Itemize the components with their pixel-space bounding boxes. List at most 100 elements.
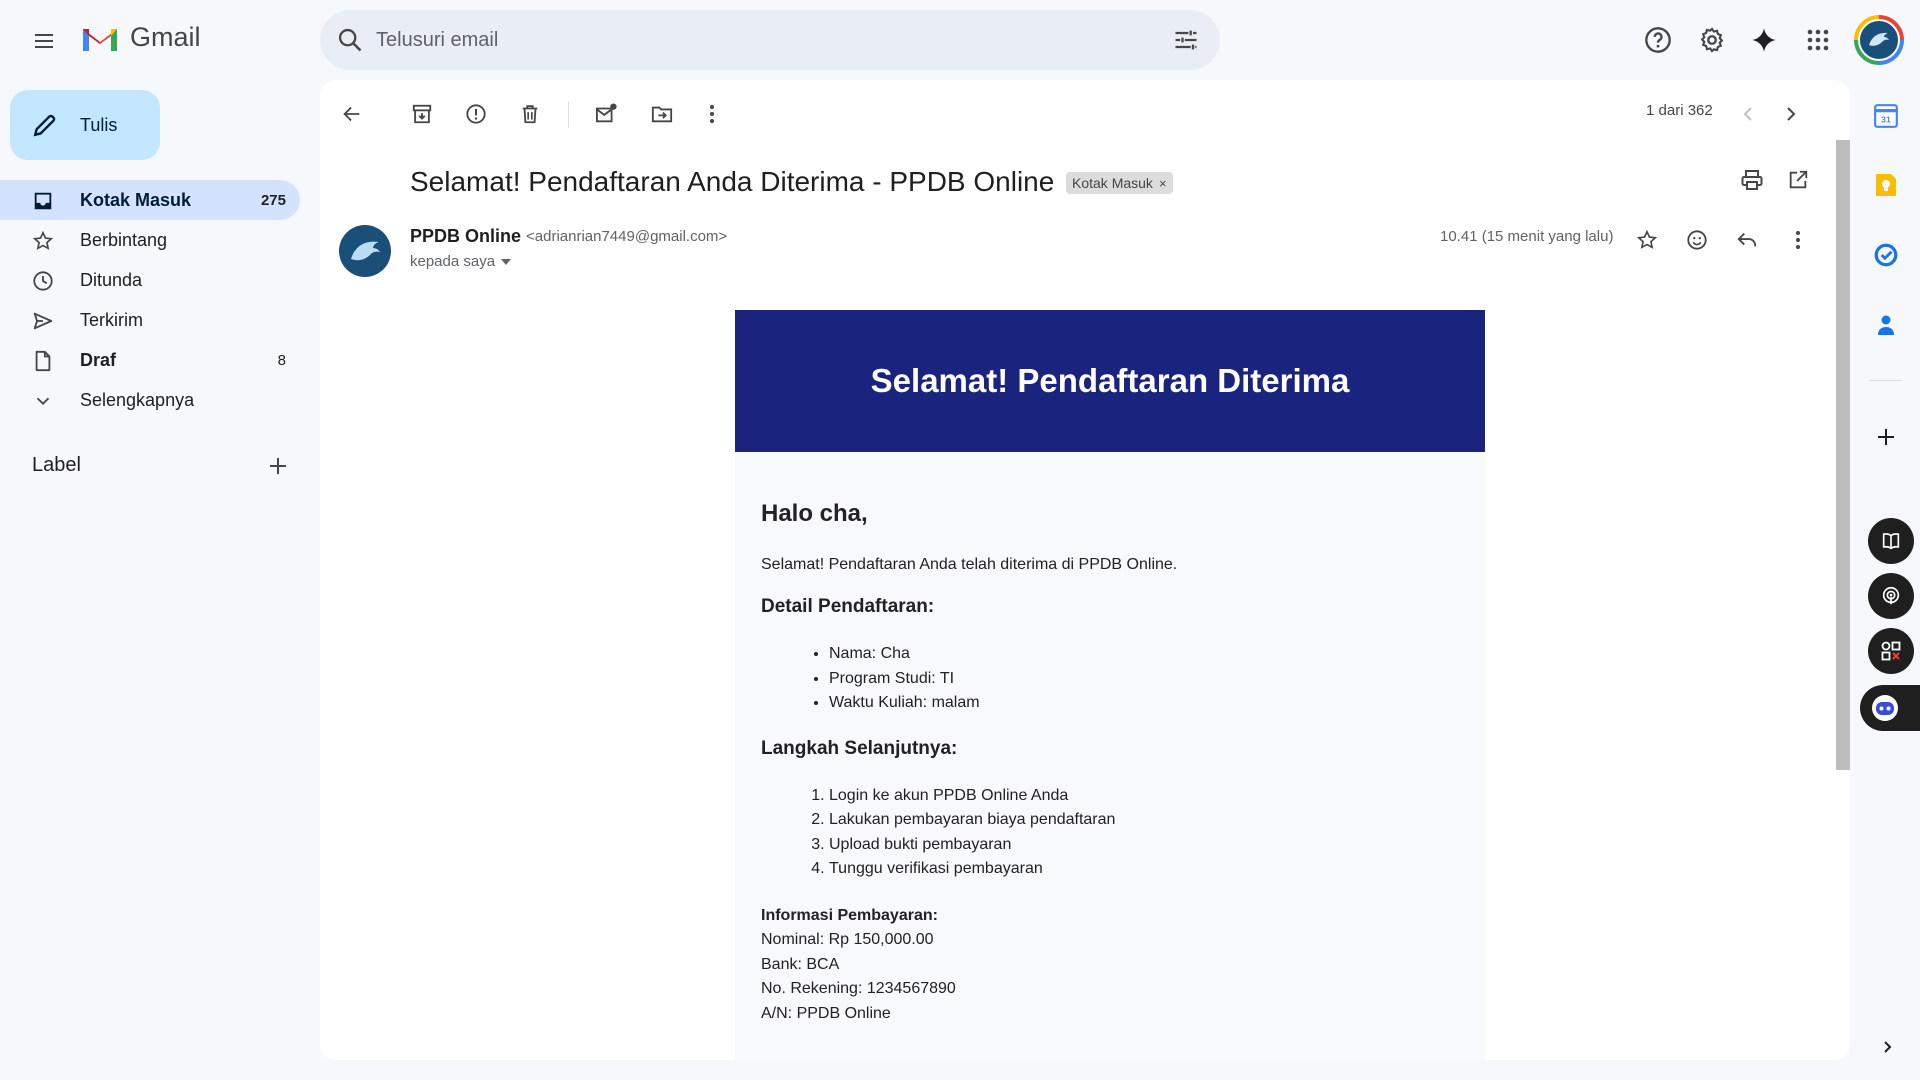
more-options-button[interactable] — [692, 94, 732, 134]
apps-button[interactable] — [1794, 16, 1842, 64]
mark-unread-button[interactable] — [587, 94, 627, 134]
labels-heading: Label — [32, 454, 81, 476]
top-bar: Gmail — [0, 0, 1920, 80]
label-chip-inbox[interactable]: Kotak Masuk × — [1066, 172, 1173, 194]
settings-icon — [1700, 27, 1724, 53]
apps-addon-button[interactable] — [1868, 628, 1914, 674]
next-icon — [1787, 107, 1796, 121]
open-in-new-window-button[interactable] — [1780, 162, 1816, 198]
gmail-logo-icon — [83, 28, 117, 51]
gmail-logo[interactable]: Gmail — [80, 22, 201, 53]
newer-button[interactable] — [1729, 94, 1769, 134]
filter-icon[interactable] — [1172, 26, 1200, 54]
recipient-details[interactable]: kepada saya — [410, 253, 512, 270]
label-chip-text: Kotak Masuk — [1072, 175, 1153, 191]
sidebar-item-inbox[interactable]: Kotak Masuk 275 — [0, 180, 300, 220]
keep-app-button[interactable] — [1866, 165, 1906, 205]
greeting: Halo cha, — [761, 500, 868, 527]
sidebar-item-more[interactable]: Selengkapnya — [0, 380, 300, 420]
add-reaction-button[interactable] — [1677, 220, 1717, 260]
archive-button[interactable] — [402, 94, 442, 134]
main-menu-button[interactable] — [20, 17, 68, 65]
toolbar-divider — [568, 102, 569, 128]
sidebar-item-label: Ditunda — [80, 269, 143, 290]
sidebar-item-starred[interactable]: Berbintang — [0, 220, 300, 260]
search-icon[interactable] — [336, 26, 364, 54]
payment-line: A/N: PPDB Online — [761, 1004, 891, 1022]
chevron-right-icon — [1884, 1041, 1892, 1053]
sidebar-item-label: Terkirim — [80, 309, 143, 330]
print-button[interactable] — [1734, 162, 1770, 198]
steps-list: Login ke akun PPDB Online Anda Lakukan p… — [829, 784, 1459, 882]
chevron-down-icon — [36, 397, 50, 406]
star-icon — [32, 230, 54, 250]
scrollbar-thumb[interactable] — [1836, 140, 1850, 770]
calendar-app-button[interactable]: 31 — [1866, 96, 1906, 136]
podcast-addon-button[interactable] — [1868, 573, 1914, 619]
list-item: Nama: Cha — [829, 642, 1459, 667]
sidebar-item-label: Kotak Masuk — [80, 189, 192, 210]
move-to-button[interactable] — [642, 94, 682, 134]
help-button[interactable] — [1634, 16, 1682, 64]
account-avatar[interactable] — [1854, 15, 1904, 65]
detail-list: Nama: Cha Program Studi: TI Waktu Kuliah… — [829, 642, 1459, 716]
report-spam-button[interactable] — [456, 94, 496, 134]
active-addon-button[interactable] — [1860, 685, 1920, 731]
payment-line: Bank: BCA — [761, 955, 840, 973]
sender-name[interactable]: PPDB Online — [410, 226, 521, 247]
help-icon — [1645, 27, 1671, 53]
star-button[interactable] — [1627, 220, 1667, 260]
email-subject: Selamat! Pendaftaran Anda Diterima - PPD… — [410, 166, 1055, 197]
tasks-app-button[interactable] — [1866, 235, 1906, 275]
message-time: 10.41 (15 menit yang lalu) — [1440, 228, 1614, 245]
email-body: Selamat! Pendaftaran Diterima Halo cha, … — [735, 310, 1485, 1060]
list-item: Login ke akun PPDB Online Anda — [829, 784, 1459, 809]
compose-button[interactable]: Tulis — [10, 90, 160, 160]
inbox-icon — [34, 192, 52, 210]
gemini-button[interactable] — [1740, 16, 1788, 64]
payment-heading: Informasi Pembayaran: — [761, 906, 938, 924]
payment-line: Nominal: Rp 150,000.00 — [761, 931, 934, 948]
emoji-icon — [1687, 230, 1707, 250]
contacts-app-button[interactable] — [1866, 305, 1906, 345]
back-button[interactable] — [332, 94, 372, 134]
sidebar-item-label: Draf — [80, 349, 117, 370]
apps-icon — [1807, 29, 1829, 51]
expand-side-panel-button[interactable] — [1872, 1032, 1902, 1062]
clock-icon — [33, 271, 53, 291]
add-icon — [270, 458, 286, 474]
delete-button[interactable] — [510, 94, 550, 134]
list-item: Waktu Kuliah: malam — [829, 691, 1459, 716]
next-steps-heading: Langkah Selanjutnya: — [761, 737, 958, 759]
get-addons-button[interactable] — [1866, 417, 1906, 457]
list-item: Tunggu verifikasi pembayaran — [829, 857, 1459, 882]
back-icon — [343, 106, 360, 122]
list-item: Lakukan pembayaran biaya pendaftaran — [829, 808, 1459, 833]
sidebar-item-drafts[interactable]: Draf 8 — [0, 340, 300, 380]
older-button[interactable] — [1770, 94, 1810, 134]
settings-button[interactable] — [1688, 16, 1736, 64]
sender-avatar[interactable] — [339, 225, 391, 277]
more-icon — [1796, 231, 1800, 249]
sidebar-item-snoozed[interactable]: Ditunda — [0, 260, 300, 300]
sidebar-item-label: Berbintang — [80, 229, 168, 250]
tasks-icon — [1874, 243, 1898, 267]
calendar-icon: 31 — [1874, 104, 1898, 128]
search-input[interactable] — [376, 10, 1136, 70]
addon-grid-icon — [1881, 641, 1901, 661]
keep-icon — [1876, 174, 1896, 196]
spam-icon — [466, 104, 486, 124]
reading-addon-button[interactable] — [1868, 518, 1914, 564]
search-bar[interactable] — [320, 10, 1220, 70]
bot-icon — [1872, 695, 1898, 721]
add-label-button[interactable] — [265, 453, 291, 479]
unread-count: 275 — [260, 191, 286, 209]
rail-divider — [1870, 380, 1902, 381]
remove-label-button[interactable]: × — [1159, 176, 1167, 191]
delete-icon — [522, 105, 538, 124]
message-more-button[interactable] — [1778, 220, 1818, 260]
sidebar-item-label: Selengkapnya — [80, 389, 195, 410]
banner-title: Selamat! Pendaftaran Diterima — [870, 362, 1350, 399]
sidebar-item-sent[interactable]: Terkirim — [0, 300, 300, 340]
reply-button[interactable] — [1727, 220, 1767, 260]
